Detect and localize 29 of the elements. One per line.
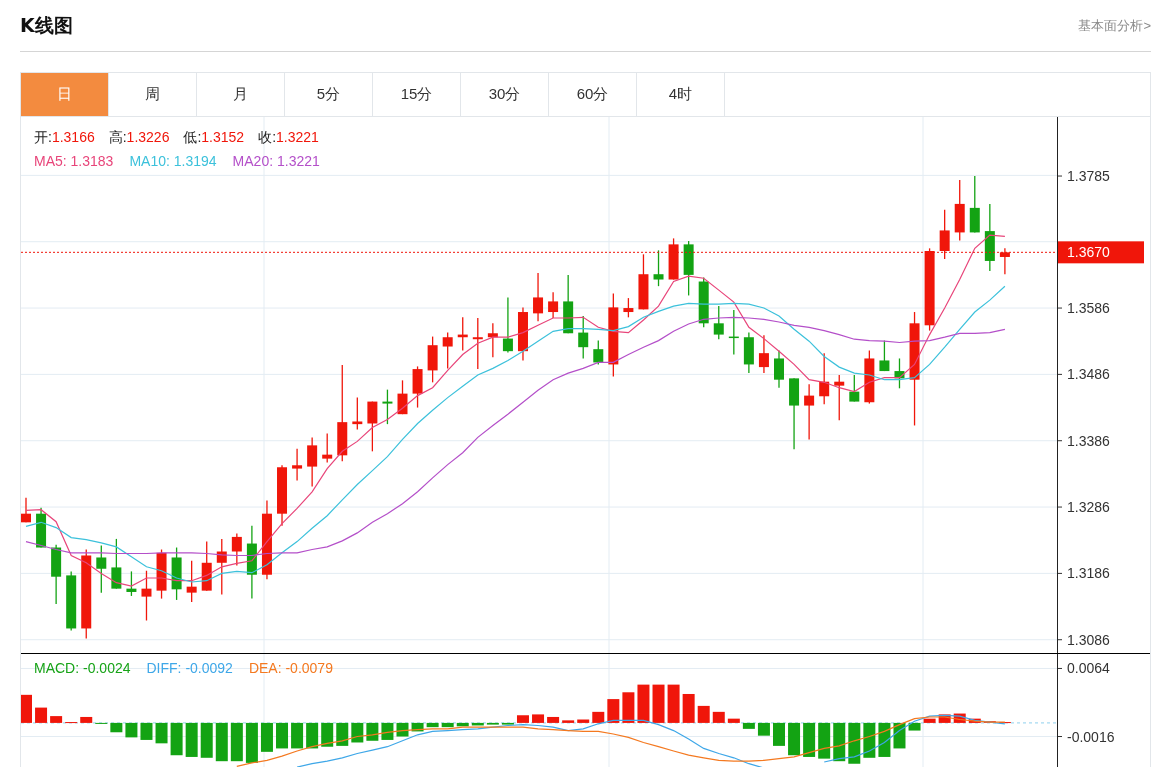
legend-label: DIFF xyxy=(146,659,178,678)
axis-label: 0.0064 xyxy=(1067,660,1110,677)
legend-value: : 1.3183 xyxy=(62,152,114,171)
legend-value: : -0.0092 xyxy=(177,659,233,678)
legend-value: : -0.0079 xyxy=(277,659,333,678)
ref-line-label: 1.3670 xyxy=(1067,244,1111,261)
legend-value: : -0.0024 xyxy=(75,659,131,678)
axis-label: 1.3186 xyxy=(1067,565,1110,582)
legend-value: : 1.3194 xyxy=(166,152,217,171)
legend-label: DEA xyxy=(248,659,278,678)
axis-label: 1.3785 xyxy=(1067,168,1110,185)
legend-label: 低: xyxy=(183,128,202,147)
axis-label: -0.0016 xyxy=(1067,728,1115,745)
legend-label: 高: xyxy=(108,128,127,147)
legend-label: MA10 xyxy=(129,152,166,171)
legend-value: 1.3221 xyxy=(276,128,319,147)
legend-label: 开: xyxy=(34,128,52,147)
legend-value: : 1.3221 xyxy=(269,152,320,171)
legend-label: MA5 xyxy=(34,152,63,171)
legend-label: 收: xyxy=(258,128,277,147)
legend-value: 1.3166 xyxy=(51,128,95,147)
axis-label: 1.3586 xyxy=(1067,300,1110,317)
axis-label: 1.3486 xyxy=(1067,366,1110,383)
axis-label: 1.3386 xyxy=(1067,432,1110,449)
axis-label: 1.3286 xyxy=(1067,499,1110,516)
price-tag: 1.3670 xyxy=(1058,241,1144,264)
page-title: K线图 xyxy=(20,13,73,39)
legend-value: 1.3152 xyxy=(201,128,245,147)
axis-label: 1.3086 xyxy=(1067,631,1110,648)
